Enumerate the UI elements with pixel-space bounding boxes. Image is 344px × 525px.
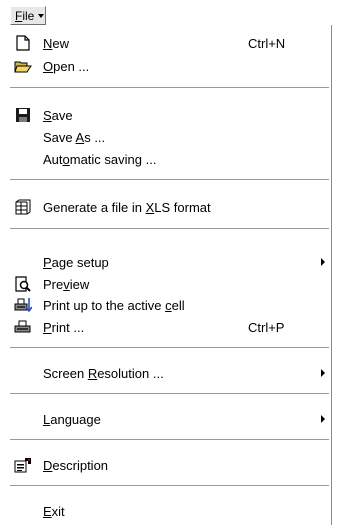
new-document-icon [14,35,32,51]
menu-separator [10,485,329,487]
menu-item-label: Save As ... [43,129,106,145]
file-dropdown-menu: New Ctrl+N Open ... Save Save As ... Aut… [10,25,332,525]
menu-item-label: Exit [43,503,65,519]
menu-item-exit[interactable]: Exit [10,500,331,522]
menu-item-label: Description [43,457,109,473]
properties-icon [14,457,32,473]
screen: File New Ctrl+N Open ... Save Save As ..… [0,0,344,525]
save-disk-icon [14,107,32,123]
menu-item-label: Save [43,107,73,123]
menu-item-label: Print up to the active cell [43,297,185,313]
submenu-arrow-icon [321,258,325,266]
menu-separator [10,347,329,349]
menu-item-save[interactable]: Save [10,104,331,126]
chevron-down-icon [38,14,45,18]
menu-item-language[interactable]: Language [10,408,331,430]
submenu-arrow-icon [321,415,325,423]
menu-item-screen-resolution[interactable]: Screen Resolution ... [10,362,331,384]
menu-item-print[interactable]: Print ... Ctrl+P [10,316,331,338]
menu-item-page-setup[interactable]: Page setup [10,251,331,273]
open-folder-icon [14,58,32,74]
menu-separator [10,179,329,181]
shortcut-label: Ctrl+N [248,35,286,51]
menu-item-label: Print ... [43,319,85,335]
menu-item-label: New [43,35,70,51]
print-preview-icon [14,276,32,292]
menu-separator [10,228,329,230]
menu-separator [10,439,329,441]
file-menu-label: File [15,8,35,23]
spreadsheet-icon [14,199,32,215]
menu-item-label: Generate a file in XLS format [43,199,211,215]
file-menu-button[interactable]: File [10,6,46,25]
menu-item-label: Automatic saving ... [43,151,157,167]
menu-item-automatic-saving[interactable]: Automatic saving ... [10,148,331,170]
menu-item-new[interactable]: New Ctrl+N [10,32,331,54]
printer-icon [14,319,32,335]
menu-item-label: Language [43,411,101,427]
submenu-arrow-icon [321,369,325,377]
menu-separator [10,87,329,89]
menu-item-save-as[interactable]: Save As ... [10,126,331,148]
menu-item-label: Open ... [43,58,90,74]
menu-item-label: Preview [43,276,90,292]
menu-item-print-to-active-cell[interactable]: Print up to the active cell [10,294,331,316]
shortcut-label: Ctrl+P [248,319,285,335]
menu-item-label: Page setup [43,254,109,270]
menu-separator [10,393,329,395]
menu-item-preview[interactable]: Preview [10,273,331,295]
print-partial-icon [14,297,33,313]
menu-item-generate-xls[interactable]: Generate a file in XLS format [10,196,331,218]
menu-item-description[interactable]: Description [10,454,331,476]
menu-item-label: Screen Resolution ... [43,365,164,381]
menu-item-open[interactable]: Open ... [10,55,331,77]
